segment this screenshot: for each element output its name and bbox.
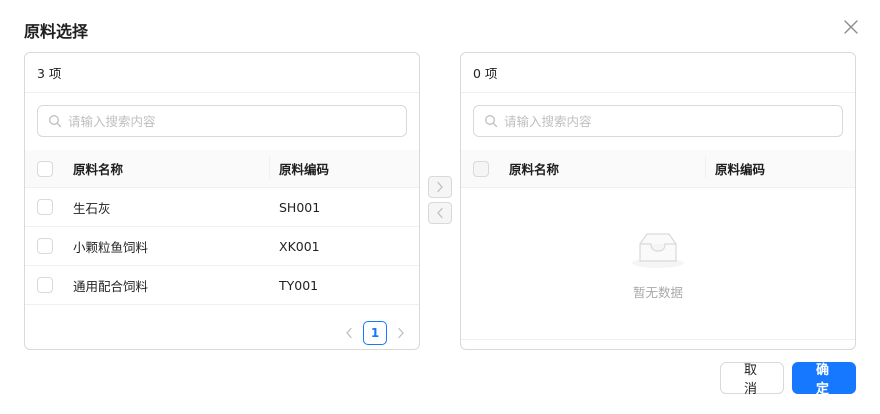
close-icon[interactable] — [840, 16, 862, 38]
material-name: 小颗粒鱼饲料 — [73, 239, 149, 255]
source-table-header: 原料名称 原料编码 — [25, 150, 419, 188]
table-row[interactable]: 通用配合饲料 TY001 — [25, 266, 419, 305]
modal-footer: 取消 确定 — [720, 362, 856, 397]
material-code: TY001 — [279, 277, 319, 293]
material-name: 通用配合饲料 — [73, 278, 149, 294]
column-header-code: 原料编码 — [269, 156, 419, 178]
source-count: 3 项 — [25, 53, 419, 93]
confirm-button[interactable]: 确定 — [792, 362, 856, 397]
pagination: 1 — [341, 321, 409, 345]
material-select-modal: 原料选择 3 项 原料名称 原料编码 生石灰 — [0, 0, 880, 414]
column-header-name: 原料名称 — [73, 162, 124, 177]
chevron-right-icon — [437, 181, 443, 193]
modal-title: 原料选择 — [24, 22, 89, 41]
column-header-code: 原料编码 — [705, 156, 855, 178]
cancel-button[interactable]: 取消 — [720, 362, 784, 397]
column-header-name: 原料名称 — [509, 162, 560, 177]
source-panel: 3 项 原料名称 原料编码 生石灰 SH001 — [24, 52, 420, 350]
source-search-box[interactable] — [37, 105, 407, 137]
target-search-input[interactable] — [504, 113, 824, 129]
material-code: XK001 — [279, 238, 320, 254]
search-icon — [48, 114, 62, 128]
source-select-all-checkbox[interactable] — [37, 160, 53, 177]
target-table-header: 原料名称 原料编码 — [461, 150, 855, 188]
empty-state: 暂无数据 — [461, 228, 855, 301]
search-icon — [484, 114, 498, 128]
move-right-button[interactable] — [428, 176, 452, 198]
source-search-input[interactable] — [68, 113, 388, 129]
table-row[interactable]: 生石灰 SH001 — [25, 188, 419, 227]
row-checkbox[interactable] — [37, 199, 53, 215]
prev-page-icon[interactable] — [341, 322, 357, 344]
table-row[interactable]: 小颗粒鱼饲料 XK001 — [25, 227, 419, 266]
panel-footer-divider — [461, 339, 855, 340]
target-select-all-checkbox[interactable] — [473, 160, 489, 177]
source-table: 原料名称 原料编码 生石灰 SH001 小颗粒鱼饲料 XK001 通用配合饲料 … — [25, 150, 419, 305]
current-page-button[interactable]: 1 — [363, 321, 387, 345]
target-panel: 0 项 原料名称 原料编码 — [460, 52, 856, 350]
empty-inbox-icon — [626, 228, 690, 274]
target-search-box[interactable] — [473, 105, 843, 137]
row-checkbox[interactable] — [37, 238, 53, 254]
next-page-icon[interactable] — [393, 322, 409, 344]
move-left-button[interactable] — [428, 202, 452, 224]
material-name: 生石灰 — [73, 200, 111, 216]
chevron-left-icon — [437, 207, 443, 219]
material-code: SH001 — [279, 199, 321, 215]
target-count: 0 项 — [461, 53, 855, 93]
target-table: 原料名称 原料编码 — [461, 150, 855, 188]
empty-text: 暂无数据 — [632, 285, 683, 300]
row-checkbox[interactable] — [37, 277, 53, 293]
transfer-operations — [428, 176, 452, 224]
